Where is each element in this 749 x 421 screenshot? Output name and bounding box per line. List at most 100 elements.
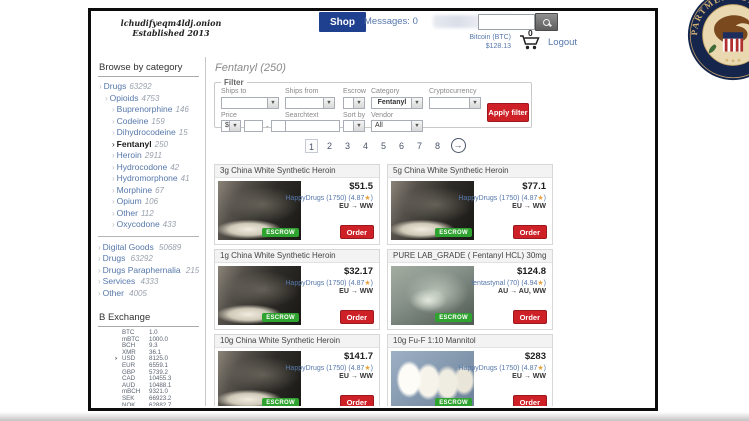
product-title[interactable]: 10g China White Synthetic Heroin [215, 335, 379, 348]
category-link[interactable]: Fentanyl [117, 139, 152, 149]
product-title[interactable]: PURE LAB_GRADE ( Fentanyl HCL) 30mg [388, 250, 552, 263]
product-image[interactable]: ESCROW [218, 181, 301, 240]
category-link[interactable]: Morphine [117, 185, 152, 195]
category-select[interactable]: Fentanyl▼ [371, 97, 423, 109]
page-button-7[interactable]: 7 [413, 139, 426, 153]
exchange-table: BTC1.0mBTC1000.0BCH9.3XMR36.1›USD8125.0E… [98, 330, 205, 406]
category-link[interactable]: Buprenorphine [117, 104, 173, 114]
sidebar-item-opium[interactable]: ›Opium106 [98, 196, 205, 208]
vendor-select-value: All [375, 122, 383, 129]
section-list: ›Digital Goods 50689›Drugs 63292›Drugs P… [98, 242, 205, 300]
order-button[interactable]: Order [340, 395, 374, 406]
product-image[interactable]: ESCROW [218, 351, 301, 406]
sidebar-item-buprenorphine[interactable]: ›Buprenorphine146 [98, 104, 205, 116]
sidebar-section-other[interactable]: ›Other 4005 [98, 288, 200, 300]
sidebar-item-fentanyl[interactable]: ›Fentanyl250 [98, 139, 205, 151]
category-link[interactable]: Hydromorphone [117, 173, 178, 183]
sidebar-item-codeine[interactable]: ›Codeine159 [98, 116, 205, 128]
price-min-input[interactable] [244, 120, 263, 132]
order-button[interactable]: Order [513, 395, 547, 406]
section-link[interactable]: Drugs Paraphernalia [103, 265, 181, 275]
sidebar-section-digital-goods[interactable]: ›Digital Goods 50689 [98, 242, 200, 254]
sidebar-item-opioids[interactable]: ›Opioids4753 [98, 93, 205, 105]
logout-link[interactable]: Logout [548, 37, 577, 48]
section-link[interactable]: Other [103, 288, 124, 298]
product-image[interactable]: ESCROW [391, 266, 474, 325]
section-link[interactable]: Drugs [103, 253, 126, 263]
vendor-rating-line[interactable]: fentastynal (70) (4.94★) [471, 279, 546, 287]
sidebar-section-services[interactable]: ›Services 4333 [98, 276, 200, 288]
product-title[interactable]: 10g Fu-F 1:10 Mannitol [388, 335, 552, 348]
category-link[interactable]: Drugs [104, 81, 127, 91]
vendor-rating-line[interactable]: HappyDrugs (1750) (4.87★) [285, 194, 373, 202]
search-button[interactable] [535, 13, 558, 31]
category-link[interactable]: Other [117, 208, 138, 218]
product-title[interactable]: 5g China White Synthetic Heroin [388, 165, 552, 178]
sort-by-select[interactable]: ▼ [343, 120, 365, 132]
doj-seal: DEPARTMENT OF JUSTICE ★ ★ ★ [687, 0, 749, 81]
page-button-3[interactable]: 3 [341, 139, 354, 153]
sidebar-item-hydrocodone[interactable]: ›Hydrocodone42 [98, 162, 205, 174]
shipping-route: EU → WW [339, 288, 373, 295]
order-button[interactable]: Order [513, 225, 547, 239]
product-image[interactable]: ESCROW [391, 181, 474, 240]
shop-button[interactable]: Shop [319, 12, 366, 32]
ships-to-select[interactable]: ▼ [221, 97, 279, 109]
chevron-right-icon: › [99, 82, 102, 91]
page-button-4[interactable]: 4 [359, 139, 372, 153]
category-link[interactable]: Oxycodone [117, 219, 160, 229]
vendor-rating-line[interactable]: HappyDrugs (1750) (4.87★) [285, 364, 373, 372]
vendor-rating-line[interactable]: HappyDrugs (1750) (4.87★) [458, 364, 546, 372]
section-link[interactable]: Services [103, 276, 136, 286]
sidebar-item-heroin[interactable]: ›Heroin2911 [98, 150, 205, 162]
product-title[interactable]: 3g China White Synthetic Heroin [215, 165, 379, 178]
chevron-down-icon: ▼ [323, 98, 334, 108]
vendor-rating-line[interactable]: HappyDrugs (1750) (4.87★) [285, 279, 373, 287]
product-price: $141.7 [344, 351, 373, 362]
category-link[interactable]: Dihydrocodeine [117, 127, 176, 137]
page-button-8[interactable]: 8 [431, 139, 444, 153]
messages-link[interactable]: Messages: 0 [364, 16, 418, 27]
cryptocurrency-select[interactable]: ▼ [429, 97, 481, 109]
vendor-select[interactable]: All▼ [371, 120, 423, 132]
category-link[interactable]: Opioids [110, 93, 139, 103]
category-link[interactable]: Hydrocodone [117, 162, 168, 172]
chevron-right-icon: › [112, 209, 115, 218]
order-button[interactable]: Order [513, 310, 547, 324]
sidebar-item-drugs[interactable]: ›Drugs63292 [98, 81, 205, 93]
category-link[interactable]: Heroin [117, 150, 142, 160]
order-button[interactable]: Order [340, 310, 374, 324]
sidebar-item-morphine[interactable]: ›Morphine67 [98, 185, 205, 197]
cart-button[interactable]: 0 [518, 31, 544, 53]
sidebar-item-dihydrocodeine[interactable]: ›Dihydrocodeine15 [98, 127, 205, 139]
search-input[interactable] [478, 14, 535, 30]
sidebar-item-other[interactable]: ›Other112 [98, 208, 205, 220]
category-link[interactable]: Opium [117, 196, 142, 206]
sidebar-section-drugs-paraphernalia[interactable]: ›Drugs Paraphernalia 215 [98, 265, 200, 277]
section-link[interactable]: Digital Goods [103, 242, 154, 252]
category-link[interactable]: Codeine [117, 116, 149, 126]
vendor-name-rating: HappyDrugs (1750) (4.87 [458, 195, 537, 202]
apply-filter-button[interactable]: Apply filter [487, 103, 529, 122]
next-page-button[interactable]: → [451, 138, 466, 153]
product-image[interactable]: ESCROW [391, 351, 474, 406]
escrow-select[interactable]: ▼ [343, 97, 365, 109]
page-button-1[interactable]: 1 [305, 139, 318, 153]
page-button-6[interactable]: 6 [395, 139, 408, 153]
product-image[interactable]: ESCROW [218, 266, 301, 325]
sidebar-item-hydromorphone[interactable]: ›Hydromorphone41 [98, 173, 205, 185]
sidebar-section-drugs[interactable]: ›Drugs 63292 [98, 253, 200, 265]
sidebar-item-oxycodone[interactable]: ›Oxycodone433 [98, 219, 205, 231]
searchtext-input[interactable] [285, 120, 340, 132]
price-currency-select[interactable]: $▼ [221, 120, 241, 132]
chevron-right-icon: › [112, 220, 115, 229]
page-button-5[interactable]: 5 [377, 139, 390, 153]
product-title[interactable]: 1g China White Synthetic Heroin [215, 250, 379, 263]
category-count: 250 [155, 140, 168, 149]
ships-from-select[interactable]: ▼ [285, 97, 335, 109]
browse-by-category-title: Browse by category [98, 59, 199, 77]
category-count: 2911 [145, 151, 162, 160]
order-button[interactable]: Order [340, 225, 374, 239]
page-button-2[interactable]: 2 [323, 139, 336, 153]
vendor-rating-line[interactable]: HappyDrugs (1750) (4.87★) [458, 194, 546, 202]
